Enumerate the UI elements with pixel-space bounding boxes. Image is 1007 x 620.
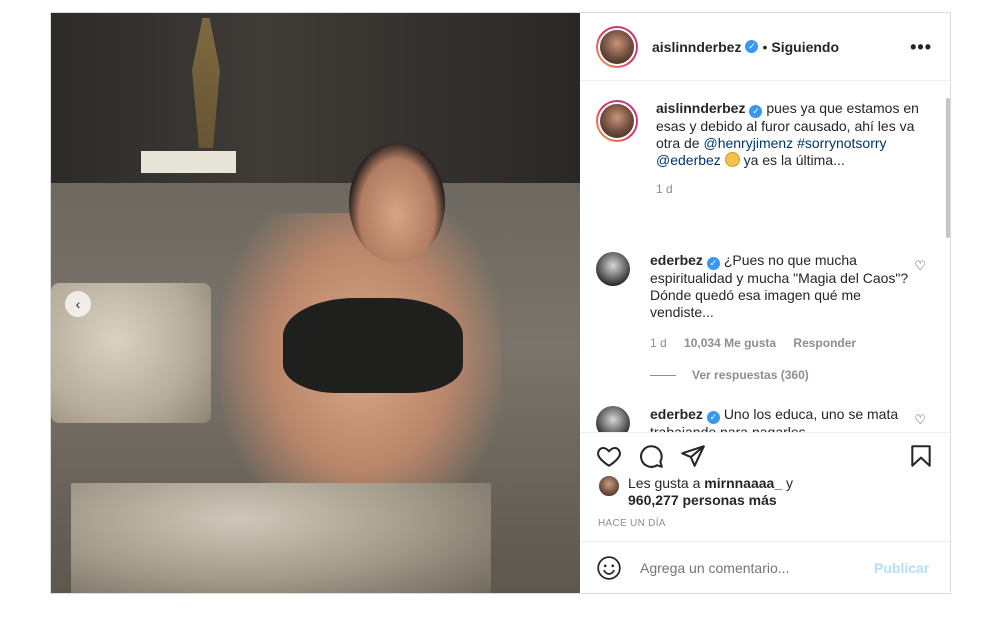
emoji-smile-icon[interactable]	[596, 555, 622, 581]
like-heart-icon[interactable]	[596, 443, 622, 469]
caption-age[interactable]: 1 d	[656, 182, 673, 196]
likes-conj: y	[786, 475, 793, 491]
previous-image-button[interactable]: ‹	[65, 291, 91, 317]
view-replies-label: Ver respuestas (360)	[692, 368, 809, 382]
photo-decor-lamp	[141, 151, 236, 173]
comment-likes-count[interactable]: 10,034 Me gusta	[684, 336, 776, 350]
caption: aislinnderbez ✓ pues ya que estamos en es…	[596, 100, 926, 198]
post-card: ‹ aislinnderbez ✓ • Siguiendo ••• aislin…	[50, 12, 951, 594]
author-username[interactable]: aislinnderbez	[652, 39, 741, 55]
liker-avatar[interactable]	[598, 475, 620, 497]
likes-summary: Les gusta a mirnnaaaa_ y 960,277 persona…	[598, 475, 793, 509]
grinning-emoji-icon	[724, 152, 740, 167]
comment-age[interactable]: 1 d	[650, 336, 667, 350]
like-comment-heart-icon[interactable]: ♡	[914, 258, 926, 274]
action-bar	[580, 432, 950, 472]
caption-mention-henryjimenz[interactable]: @henryjimenz	[703, 135, 793, 151]
more-options-icon[interactable]: •••	[910, 37, 932, 58]
post-timestamp[interactable]: HACE UN DÍA	[598, 518, 666, 529]
caption-mention-ederbez[interactable]: @ederbez	[656, 152, 721, 168]
caption-avatar[interactable]	[596, 100, 638, 142]
following-button[interactable]: Siguiendo	[771, 39, 839, 55]
caption-username[interactable]: aislinnderbez	[656, 100, 745, 116]
comment-username[interactable]: ederbez	[650, 252, 703, 268]
comments-scrollbar[interactable]	[946, 98, 950, 238]
post-side-panel: aislinnderbez ✓ • Siguiendo ••• aislinnd…	[580, 13, 950, 593]
photo-blanket	[71, 483, 491, 593]
publish-button[interactable]: Publicar	[874, 560, 929, 576]
liker-username[interactable]: mirnnaaaa_	[704, 475, 782, 491]
verified-badge-icon: ✓	[706, 257, 720, 270]
caption-text-end: ya es la última...	[743, 152, 845, 168]
verified-badge-icon: ✓	[749, 105, 763, 118]
comment-input[interactable]	[640, 559, 870, 576]
save-bookmark-icon[interactable]	[908, 443, 934, 469]
chevron-left-icon: ‹	[75, 296, 81, 312]
commenter-avatar[interactable]	[596, 406, 630, 432]
view-replies-button[interactable]: Ver respuestas (360)	[650, 368, 809, 382]
post-photo[interactable]: ‹	[51, 13, 580, 593]
like-comment-heart-icon[interactable]: ♡	[914, 412, 926, 428]
caption-hashtag[interactable]: #sorrynotsorry	[797, 135, 886, 151]
share-send-icon[interactable]	[680, 443, 706, 469]
add-comment-bar: Publicar	[580, 541, 950, 593]
verified-badge-icon: ✓	[706, 411, 720, 424]
likes-others-count[interactable]: 960,277 personas más	[628, 492, 777, 508]
post-header: aislinnderbez ✓ • Siguiendo •••	[580, 13, 950, 81]
photo-figure-top	[283, 298, 463, 393]
likes-prefix: Les gusta a	[628, 475, 701, 491]
replies-divider-line	[650, 374, 676, 376]
header-separator: •	[762, 38, 768, 55]
comment-item: ederbez ✓ ¿Pues no que mucha espiritualid…	[596, 252, 926, 352]
comments-list[interactable]: aislinnderbez ✓ pues ya que estamos en es…	[580, 82, 950, 432]
reply-button[interactable]: Responder	[793, 336, 856, 350]
comment-bubble-icon[interactable]	[638, 443, 664, 469]
comment-username[interactable]: ederbez	[650, 406, 703, 422]
comment-item: ederbez ✓ Uno los educa, uno se mata trab…	[596, 406, 926, 432]
author-avatar[interactable]	[596, 25, 638, 68]
photo-figure-head	[349, 143, 445, 263]
verified-badge-icon: ✓	[745, 40, 759, 53]
commenter-avatar[interactable]	[596, 252, 630, 286]
